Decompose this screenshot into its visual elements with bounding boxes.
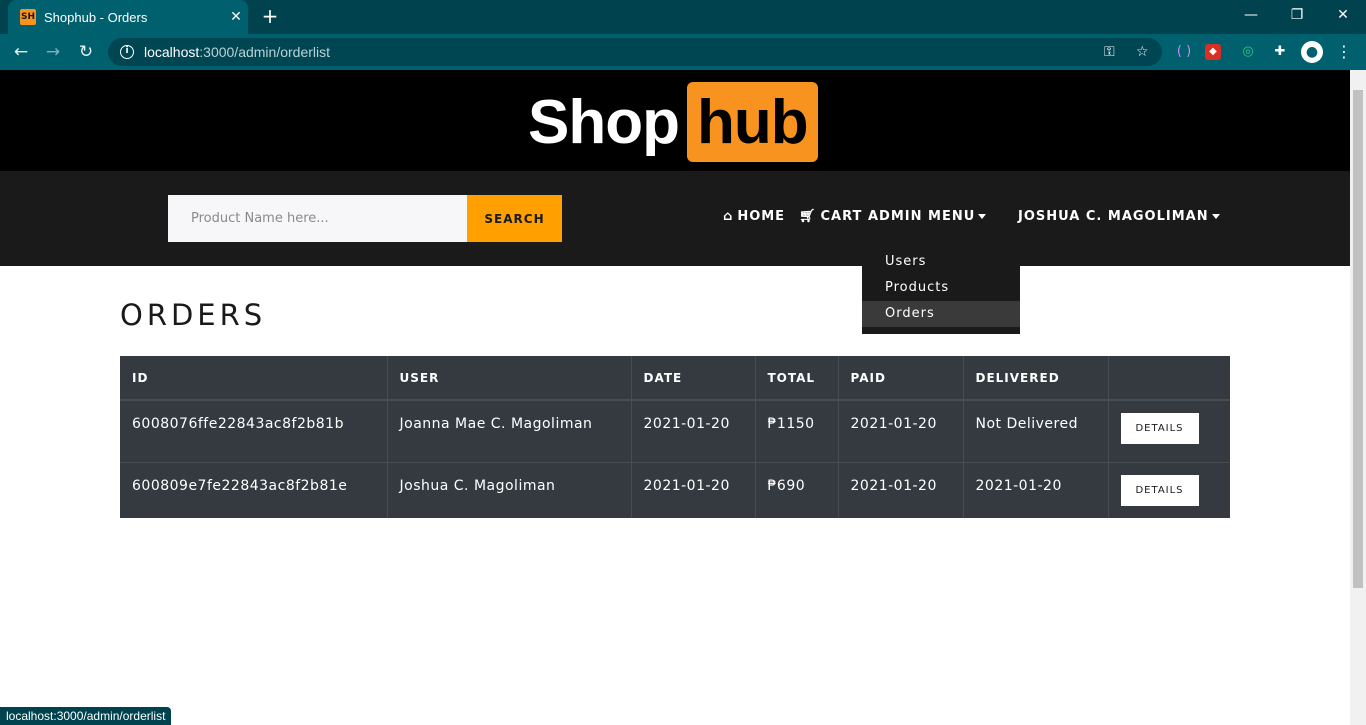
- order-paid-cell: 2021-01-20: [838, 461, 964, 518]
- bookmark-star-icon[interactable]: ☆: [1136, 44, 1149, 60]
- orders-table: ID USER DATE TOTAL PAID DELIVERED 600807…: [120, 356, 1230, 518]
- admin-menu-label: ADMIN MENU: [868, 209, 976, 224]
- home-icon: ⌂: [723, 209, 734, 224]
- order-total-cell: ₱1150: [755, 399, 839, 462]
- page-viewport: Shop hub SEARCH ⌂HOME 🛒︎CART ADMIN MENU …: [0, 70, 1350, 725]
- scrollbar-thumb[interactable]: [1353, 90, 1363, 588]
- order-actions-cell: DETAILS: [1108, 399, 1230, 462]
- table-row: 6008076ffe22843ac8f2b81b Joanna Mae C. M…: [120, 399, 1230, 462]
- address-bar[interactable]: i localhost:3000/admin/orderlist ⚿ ☆: [108, 38, 1162, 66]
- logo-header: Shop hub: [0, 70, 1350, 171]
- chevron-down-icon: [978, 214, 987, 219]
- order-delivered-cell: Not Delivered: [963, 399, 1109, 462]
- table-header-row: ID USER DATE TOTAL PAID DELIVERED: [120, 356, 1230, 401]
- status-bar-url: localhost:3000/admin/orderlist: [0, 707, 172, 725]
- extension-circle-icon[interactable]: ◎: [1237, 41, 1259, 63]
- order-date-cell: 2021-01-20: [631, 399, 756, 462]
- nav-cart-label: CART: [820, 209, 863, 224]
- browser-menu-icon[interactable]: ⋮: [1333, 41, 1355, 63]
- reload-icon[interactable]: ↻: [74, 40, 98, 64]
- dropdown-item-products[interactable]: Products: [862, 275, 1020, 301]
- dropdown-item-orders[interactable]: Orders: [862, 301, 1020, 327]
- nav-cart-link[interactable]: 🛒︎ CART: [799, 209, 862, 224]
- key-icon[interactable]: ⚿: [1104, 44, 1115, 60]
- order-actions-cell: DETAILS: [1108, 461, 1230, 518]
- url-text: localhost:3000/admin/orderlist: [144, 44, 331, 60]
- search-button[interactable]: SEARCH: [467, 195, 562, 242]
- column-header-user: USER: [387, 356, 632, 401]
- back-icon[interactable]: ←: [9, 40, 33, 64]
- admin-dropdown-menu: Users Products Orders: [862, 240, 1020, 334]
- order-date-cell: 2021-01-20: [631, 461, 756, 518]
- column-header-delivered: DELIVERED: [963, 356, 1109, 401]
- table-row: 600809e7fe22843ac8f2b81e Joshua C. Magol…: [120, 461, 1230, 518]
- extension-bracket-icon[interactable]: ( ): [1173, 41, 1195, 63]
- favicon-icon: SH: [20, 9, 36, 25]
- column-header-paid: PAID: [838, 356, 964, 401]
- column-header-date: DATE: [631, 356, 756, 401]
- shophub-logo[interactable]: Shop hub: [528, 82, 818, 162]
- column-header-total: TOTAL: [755, 356, 839, 401]
- details-button[interactable]: DETAILS: [1120, 474, 1199, 506]
- column-header-actions: [1108, 356, 1230, 401]
- column-header-id: ID: [120, 356, 388, 401]
- page-scrollbar[interactable]: [1350, 70, 1366, 725]
- dropdown-item-users[interactable]: Users: [862, 249, 1020, 275]
- order-paid-cell: 2021-01-20: [838, 399, 964, 462]
- page-title: ORDERS: [120, 298, 267, 332]
- profile-avatar-icon[interactable]: ●: [1301, 41, 1323, 63]
- close-tab-icon[interactable]: ✕: [224, 9, 248, 25]
- extension-red-icon[interactable]: ◆: [1205, 44, 1221, 60]
- order-total-cell: ₱690: [755, 461, 839, 518]
- order-user-cell: Joanna Mae C. Magoliman: [387, 399, 632, 462]
- order-id-cell: 6008076ffe22843ac8f2b81b: [120, 399, 388, 462]
- nav-home-label: HOME: [737, 209, 786, 224]
- chevron-down-icon: [1211, 214, 1220, 219]
- search-input[interactable]: [168, 195, 467, 242]
- nav-home-link[interactable]: ⌂ HOME: [723, 209, 785, 224]
- order-user-cell: Joshua C. Magoliman: [387, 461, 632, 518]
- tab-title: Shophub - Orders: [44, 9, 148, 25]
- details-button[interactable]: DETAILS: [1120, 413, 1199, 444]
- browser-toolbar: ← → ↻ i localhost:3000/admin/orderlist ⚿…: [0, 34, 1366, 70]
- order-id-cell: 600809e7fe22843ac8f2b81e: [120, 461, 388, 518]
- user-menu-toggle[interactable]: JOSHUA C. MAGOLIMAN: [1018, 209, 1220, 224]
- browser-tab-strip: SH Shophub - Orders ✕ + — ❐ ✕: [0, 0, 1366, 34]
- minimize-icon[interactable]: —: [1228, 0, 1274, 30]
- window-close-icon[interactable]: ✕: [1320, 0, 1366, 30]
- cart-icon: 🛒︎: [799, 209, 817, 224]
- order-delivered-cell: 2021-01-20: [963, 461, 1109, 518]
- logo-text-hub: hub: [686, 82, 818, 162]
- browser-tab[interactable]: SH Shophub - Orders ✕: [8, 0, 248, 34]
- extensions-puzzle-icon[interactable]: ✚: [1269, 41, 1291, 63]
- forward-icon[interactable]: →: [41, 40, 65, 64]
- new-tab-icon[interactable]: +: [258, 5, 282, 29]
- user-menu-label: JOSHUA C. MAGOLIMAN: [1018, 209, 1209, 224]
- main-navbar: SEARCH ⌂HOME 🛒︎CART ADMIN MENU JOSHUA C.…: [0, 171, 1350, 266]
- logo-text-shop: Shop: [528, 87, 680, 157]
- restore-icon[interactable]: ❐: [1274, 0, 1320, 30]
- site-info-icon[interactable]: i: [120, 45, 134, 59]
- admin-menu-toggle[interactable]: ADMIN MENU: [868, 209, 987, 224]
